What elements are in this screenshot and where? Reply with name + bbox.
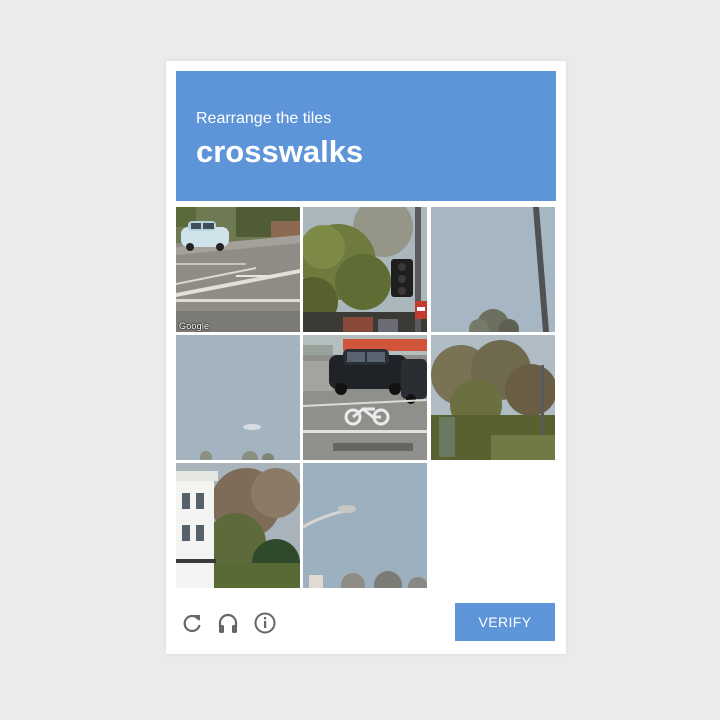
tile-sky[interactable]	[176, 335, 300, 460]
second-car	[401, 359, 427, 404]
challenge-keyword: crosswalks	[196, 134, 364, 169]
tile-trees-signal[interactable]	[303, 207, 427, 332]
info-icon[interactable]	[253, 611, 277, 635]
tile-cars-bike-lane[interactable]	[303, 335, 427, 460]
tile-trees-right[interactable]	[431, 335, 555, 460]
google-watermark: Google	[179, 321, 210, 331]
tile-grid: Google	[176, 207, 556, 590]
headphones-icon[interactable]	[216, 611, 240, 635]
captcha-card: Rearrange the tiles crosswalks Google VE…	[166, 61, 566, 654]
reload-icon[interactable]	[180, 611, 204, 635]
white-house	[176, 471, 218, 588]
challenge-header: Rearrange the tiles crosswalks	[176, 71, 556, 201]
tile-sky-pole[interactable]	[431, 207, 555, 332]
captcha-footer: VERIFY	[176, 603, 556, 643]
empty-tile-slot[interactable]	[431, 463, 555, 588]
dark-car	[329, 349, 407, 395]
verify-button[interactable]: VERIFY	[455, 603, 555, 641]
instruction-text: Rearrange the tiles	[196, 110, 332, 127]
tile-streetlight[interactable]	[303, 463, 427, 588]
tile-white-house[interactable]	[176, 463, 300, 588]
tile-street-car[interactable]: Google	[176, 207, 300, 332]
